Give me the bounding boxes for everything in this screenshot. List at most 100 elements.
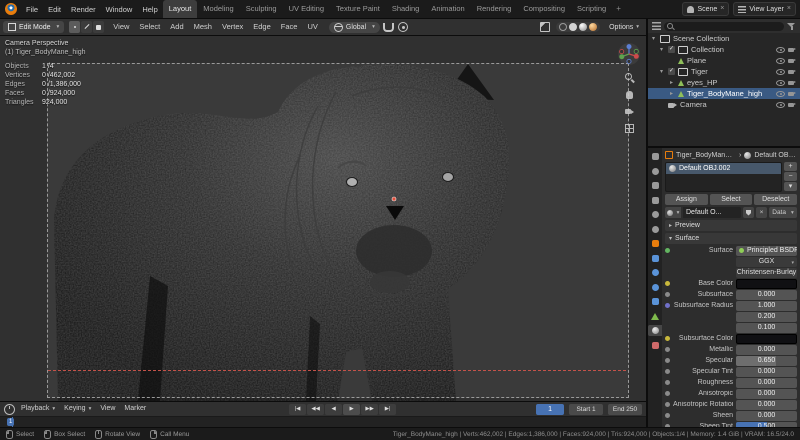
tab-constraints[interactable] — [648, 296, 662, 307]
next-keyframe-button[interactable]: ▶▶ — [361, 404, 378, 415]
scene-canvas[interactable] — [0, 36, 646, 401]
subsurface-method-dropdown[interactable]: Christensen-Burley — [736, 268, 797, 278]
assign-button[interactable]: Assign — [665, 194, 708, 205]
view-layer-selector[interactable]: View Layer × — [733, 2, 796, 16]
hide-in-viewport-icon[interactable] — [776, 45, 785, 54]
base-color-swatch[interactable] — [736, 279, 797, 289]
proportional-editing-toggle[interactable] — [397, 21, 410, 34]
jump-to-start-button[interactable]: |◀ — [289, 404, 306, 415]
tab-object[interactable] — [648, 238, 662, 249]
sheen-slider[interactable]: 0.000 — [736, 411, 797, 421]
subsurface-color-swatch[interactable] — [736, 334, 797, 344]
workspace-tab-shading[interactable]: Shading — [386, 0, 426, 18]
disable-in-render-icon[interactable] — [788, 45, 797, 54]
tab-view-layer[interactable] — [648, 195, 662, 206]
specular-slider[interactable]: 0.650 — [736, 356, 797, 366]
tab-texture[interactable] — [648, 340, 662, 351]
shading-material-icon[interactable] — [579, 23, 587, 31]
menu-vertex[interactable]: Vertex — [218, 19, 247, 35]
browse-material-button[interactable] — [665, 207, 681, 218]
zoom-tool-icon[interactable] — [624, 72, 635, 83]
preview-section-header[interactable]: Preview — [665, 220, 797, 231]
breadcrumb-object[interactable]: Tiger_BodyMane_h... — [676, 152, 736, 159]
pan-tool-icon[interactable] — [624, 89, 635, 100]
expand-arrow-icon[interactable]: ▸ — [668, 90, 675, 97]
anisotropic-slider[interactable]: 0.000 — [736, 389, 797, 399]
hide-in-viewport-icon[interactable] — [776, 100, 785, 109]
disable-in-render-icon[interactable] — [788, 78, 797, 87]
current-frame-field[interactable]: 1 — [536, 404, 564, 415]
blender-logo-icon[interactable] — [5, 3, 17, 15]
subsurface-radius-field-3[interactable]: 0.100 — [736, 323, 797, 333]
metallic-slider[interactable]: 0.000 — [736, 345, 797, 355]
subsurface-radius-field-1[interactable]: 1.000 — [736, 301, 797, 311]
workspace-tab-rendering[interactable]: Rendering — [471, 0, 518, 18]
fake-user-button[interactable] — [743, 207, 754, 218]
tab-output[interactable] — [648, 180, 662, 191]
prev-keyframe-button[interactable]: ◀◀ — [307, 404, 324, 415]
menu-add[interactable]: Add — [166, 19, 187, 35]
timeline-ruler[interactable]: 1 — [0, 416, 646, 427]
navigation-gizmo[interactable] — [617, 42, 641, 66]
outliner-editor-icon[interactable] — [652, 22, 661, 30]
workspace-tab-animation[interactable]: Animation — [425, 0, 470, 18]
workspace-tab-texture-paint[interactable]: Texture Paint — [330, 0, 386, 18]
tab-world[interactable] — [648, 224, 662, 235]
menu-select[interactable]: Select — [135, 19, 164, 35]
jump-to-end-button[interactable]: ▶| — [379, 404, 396, 415]
hide-in-viewport-icon[interactable] — [776, 89, 785, 98]
hide-in-viewport-icon[interactable] — [776, 56, 785, 65]
playback-menu[interactable]: Playback — [18, 402, 58, 416]
ortho-toggle-icon[interactable] — [624, 123, 635, 134]
shading-solid-icon[interactable] — [569, 23, 577, 31]
unlink-material-button[interactable]: × — [756, 207, 767, 218]
deselect-button[interactable]: Deselect — [754, 194, 797, 205]
tab-material[interactable] — [648, 325, 662, 336]
outliner-row-tiger-bodymane-high[interactable]: ▸ Tiger_BodyMane_high — [648, 88, 800, 99]
menu-uv[interactable]: UV — [303, 19, 321, 35]
scene-selector[interactable]: Scene × — [682, 2, 729, 16]
tiger-eye-left[interactable] — [347, 178, 358, 187]
workspace-tab-layout[interactable]: Layout — [163, 0, 198, 18]
outliner-row-plane[interactable]: Plane — [648, 55, 800, 66]
disable-in-render-icon[interactable] — [788, 89, 797, 98]
tab-particles[interactable] — [648, 267, 662, 278]
play-reverse-button[interactable]: ◀ — [325, 404, 342, 415]
camera-view-icon[interactable] — [624, 106, 635, 117]
snap-toggle[interactable] — [382, 21, 395, 34]
sheen-tint-slider[interactable]: 0.500 — [736, 422, 797, 427]
disable-in-render-icon[interactable] — [788, 100, 797, 109]
add-workspace-button[interactable]: + — [612, 0, 625, 18]
timeline-editor-icon[interactable] — [4, 404, 15, 415]
tab-physics[interactable] — [648, 282, 662, 293]
menu-edit[interactable]: Edit — [43, 1, 66, 18]
collection-checkbox[interactable] — [668, 46, 675, 53]
roughness-slider[interactable]: 0.000 — [736, 378, 797, 388]
filter-icon[interactable] — [787, 22, 796, 31]
transform-orientation-dropdown[interactable]: Global — [329, 22, 380, 33]
start-frame-field[interactable]: Start 1 — [569, 404, 603, 415]
subsurface-slider[interactable]: 0.000 — [736, 290, 797, 300]
outliner-row-camera[interactable]: Camera — [648, 99, 800, 110]
outliner-row-tiger[interactable]: ▾ Tiger — [648, 66, 800, 77]
surface-section-header[interactable]: Surface — [665, 233, 797, 244]
tab-render[interactable] — [648, 166, 662, 177]
menu-mesh[interactable]: Mesh — [190, 19, 216, 35]
edge-select-mode-button[interactable] — [81, 21, 92, 33]
viewport-3d[interactable]: Camera Perspective (1) Tiger_BodyMane_hi… — [0, 36, 646, 401]
shading-rendered-icon[interactable] — [589, 23, 597, 31]
menu-file[interactable]: File — [21, 1, 43, 18]
remove-slot-button[interactable]: − — [784, 172, 797, 181]
workspace-tab-scripting[interactable]: Scripting — [571, 0, 612, 18]
unlink-scene-icon[interactable]: × — [720, 4, 724, 14]
outliner-row-collection[interactable]: ▾ Collection — [648, 44, 800, 55]
unlink-view-layer-icon[interactable]: × — [787, 4, 791, 14]
outliner-search-input[interactable] — [664, 22, 784, 31]
expand-arrow-icon[interactable]: ▾ — [650, 35, 657, 42]
material-name-field[interactable]: Default O... — [683, 207, 741, 218]
menu-face[interactable]: Face — [277, 19, 302, 35]
tab-object-data[interactable] — [648, 311, 662, 322]
hide-in-viewport-icon[interactable] — [776, 67, 785, 76]
hide-in-viewport-icon[interactable] — [776, 78, 785, 87]
slot-specials-button[interactable]: ▾ — [784, 182, 797, 191]
